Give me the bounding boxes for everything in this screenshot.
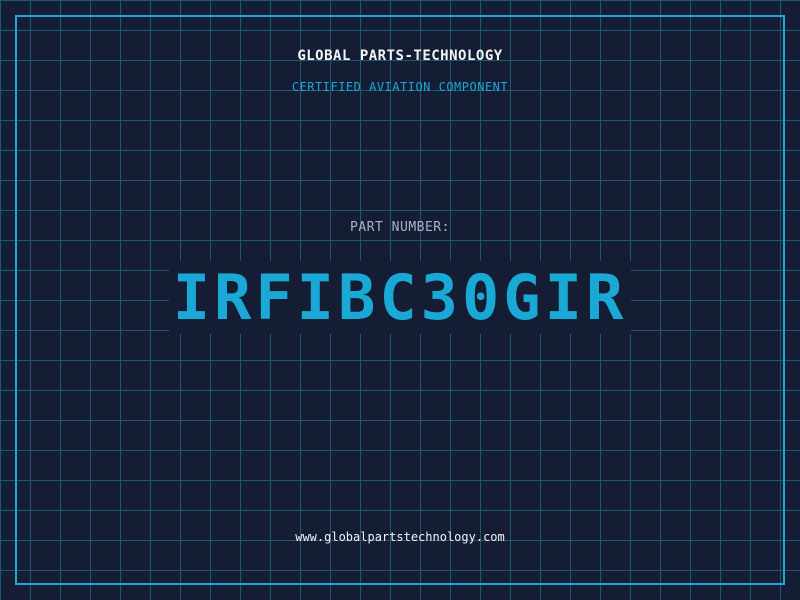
part-number-value: IRFIBC30GIR [0,261,800,334]
part-number-label: PART NUMBER: [350,220,450,235]
website-url[interactable]: www.globalpartstechnology.com [0,530,800,544]
tagline: CERTIFIED AVIATION COMPONENT [291,80,509,94]
part-number-text: IRFIBC30GIR [168,261,632,334]
company-name: GLOBAL PARTS-TECHNOLOGY [297,48,503,64]
part-label-card: GLOBAL PARTS-TECHNOLOGY CERTIFIED AVIATI… [0,0,800,600]
